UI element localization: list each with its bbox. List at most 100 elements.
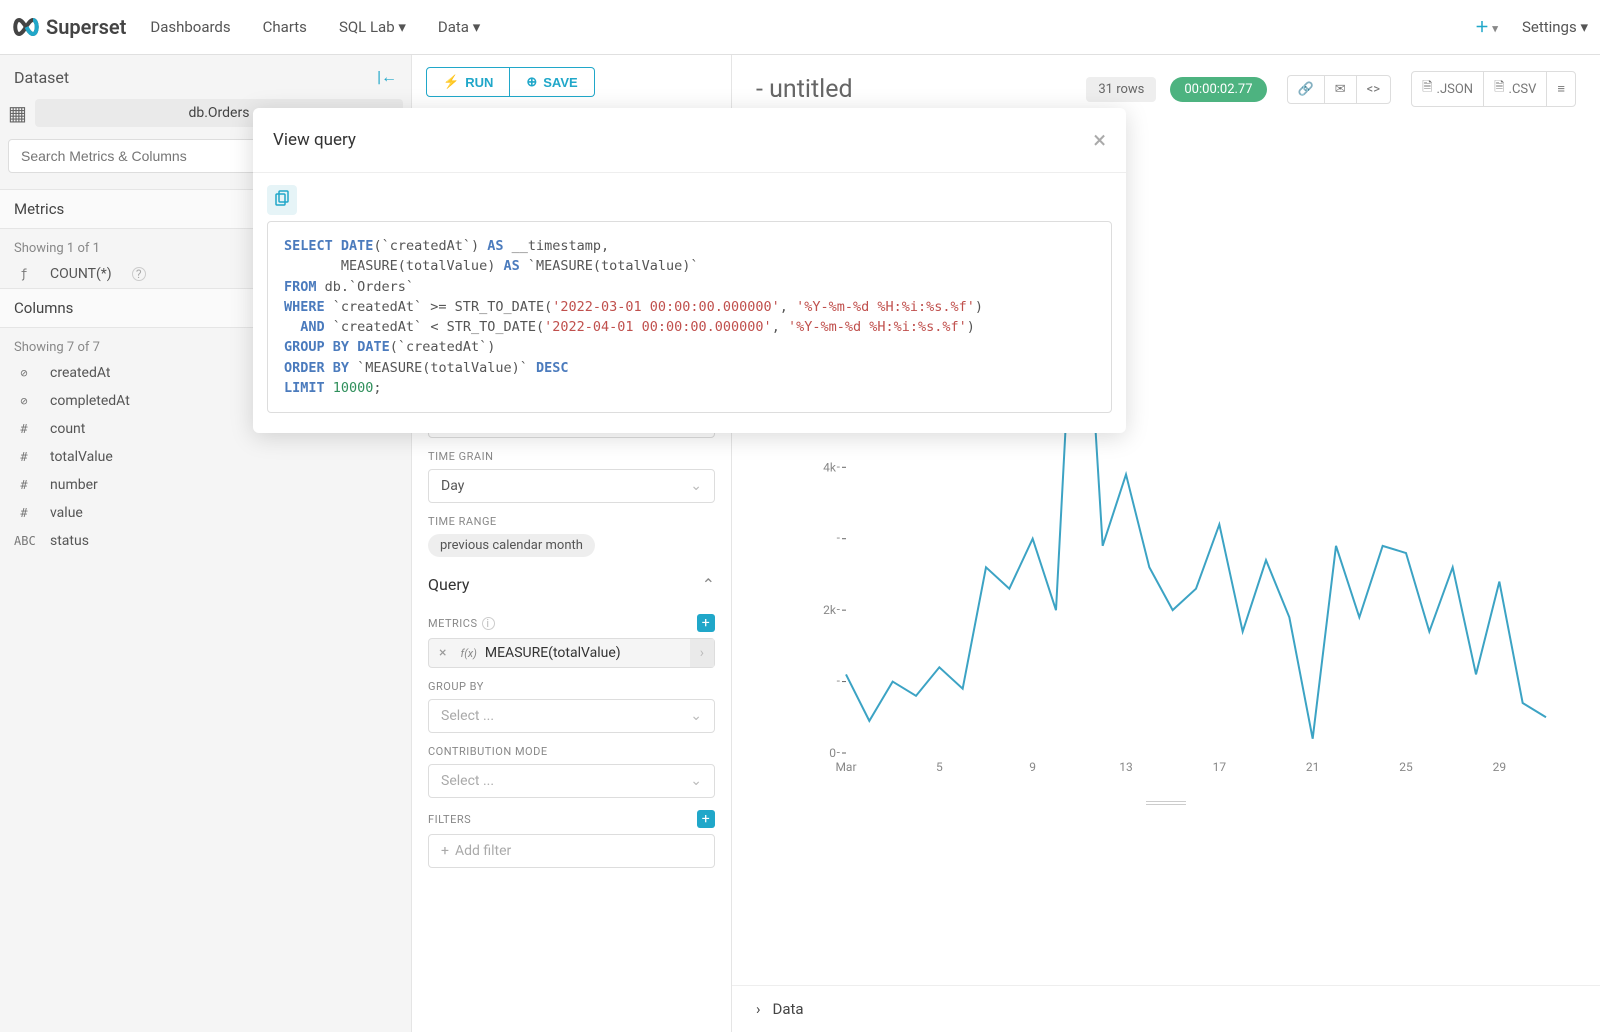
column-item[interactable]: ABC status xyxy=(0,527,411,555)
add-filter-button[interactable]: + xyxy=(697,810,715,828)
column-item[interactable]: # number xyxy=(0,471,411,499)
column-item[interactable]: # value xyxy=(0,499,411,527)
top-nav: Superset Dashboards Charts SQL Lab ▾ Dat… xyxy=(0,0,1600,55)
run-button[interactable]: ⚡RUN xyxy=(426,67,510,97)
type-icon: # xyxy=(14,450,34,464)
copy-sql-button[interactable] xyxy=(267,185,297,215)
time-grain-label: TIME GRAIN xyxy=(428,450,715,463)
type-icon: ⊘ xyxy=(14,394,34,408)
type-icon: # xyxy=(14,506,34,520)
email-button[interactable]: ✉ xyxy=(1325,76,1357,103)
chevron-down-icon: ▾ xyxy=(398,18,406,36)
info-icon[interactable]: i xyxy=(482,617,495,630)
chevron-down-icon: ▾ xyxy=(473,18,481,36)
mail-icon: ✉ xyxy=(1335,82,1346,97)
column-item[interactable]: # totalValue xyxy=(0,443,411,471)
copy-icon xyxy=(275,190,289,206)
chart-title[interactable]: - untitled xyxy=(756,75,853,104)
metric-name: COUNT(*) xyxy=(50,266,112,282)
sql-code[interactable]: SELECT DATE(`createdAt`) AS __timestamp,… xyxy=(267,221,1112,413)
column-name: number xyxy=(50,477,98,493)
column-name: status xyxy=(50,533,89,549)
time-badge: 00:00:02.77 xyxy=(1170,77,1266,102)
fx-icon: f(x) xyxy=(456,647,480,660)
svg-text:25: 25 xyxy=(1399,760,1413,774)
modal-title: View query xyxy=(273,130,356,150)
nav-sqllab[interactable]: SQL Lab ▾ xyxy=(339,18,406,36)
chevron-right-icon[interactable]: › xyxy=(690,639,714,667)
export-csv-button[interactable]: 🗎.CSV xyxy=(1484,72,1547,106)
svg-text:Mar: Mar xyxy=(835,760,856,774)
file-icon: 🗎 xyxy=(1494,78,1504,100)
time-range-label: TIME RANGE xyxy=(428,515,715,528)
brand-text: Superset xyxy=(46,15,126,39)
svg-text:21: 21 xyxy=(1306,760,1320,774)
svg-text:29: 29 xyxy=(1493,760,1507,774)
column-name: createdAt xyxy=(50,365,110,381)
time-range-pill[interactable]: previous calendar month xyxy=(428,534,595,557)
collapse-sidebar-icon[interactable]: |← xyxy=(377,67,397,87)
add-filter-input[interactable]: + Add filter xyxy=(428,834,715,868)
dataset-heading: Dataset xyxy=(14,68,69,87)
brand-logo[interactable]: Superset xyxy=(12,15,126,39)
filters-label: FILTERS xyxy=(428,813,471,826)
nav-dashboards[interactable]: Dashboards xyxy=(150,18,230,36)
svg-text:2k: 2k xyxy=(823,603,837,617)
nav-data[interactable]: Data ▾ xyxy=(438,18,480,36)
metrics-label: METRICS xyxy=(428,617,478,630)
groupby-select[interactable]: Select ... ⌄ xyxy=(428,699,715,733)
embed-code-button[interactable]: <> xyxy=(1357,76,1390,103)
type-icon: ⊘ xyxy=(14,366,34,380)
more-menu-button[interactable]: ≡ xyxy=(1547,72,1575,106)
file-icon: 🗎 xyxy=(1422,78,1432,100)
svg-text:4k: 4k xyxy=(823,460,837,474)
svg-text:13: 13 xyxy=(1119,760,1133,774)
plus-circle-icon: ⊕ xyxy=(526,74,537,90)
type-icon: ABC xyxy=(14,534,34,548)
add-metric-button[interactable]: + xyxy=(697,614,715,632)
collapse-query-icon[interactable]: ⌃ xyxy=(702,575,715,594)
plus-icon: + xyxy=(441,843,449,859)
groupby-label: GROUP BY xyxy=(428,680,715,693)
chevron-down-icon: ▾ xyxy=(1492,22,1498,35)
nav-charts[interactable]: Charts xyxy=(263,18,307,36)
resize-handle[interactable] xyxy=(1146,801,1186,807)
time-grain-select[interactable]: Day ⌄ xyxy=(428,469,715,503)
dataset-grid-icon: ▦ xyxy=(8,101,27,125)
column-name: value xyxy=(50,505,83,521)
svg-text:5: 5 xyxy=(936,760,943,774)
nav-settings[interactable]: Settings ▾ xyxy=(1522,18,1588,36)
link-button[interactable]: 🔗 xyxy=(1288,76,1325,103)
remove-metric-icon[interactable]: × xyxy=(429,639,456,667)
info-icon[interactable]: ? xyxy=(132,267,146,281)
svg-text:17: 17 xyxy=(1213,760,1227,774)
svg-text:-: - xyxy=(837,674,841,688)
save-button[interactable]: ⊕SAVE xyxy=(510,67,594,97)
close-modal-button[interactable]: × xyxy=(1093,126,1106,154)
hamburger-icon: ≡ xyxy=(1557,81,1565,97)
svg-text:0: 0 xyxy=(829,746,836,760)
bolt-icon: ⚡ xyxy=(443,74,459,90)
link-icon: 🔗 xyxy=(1298,82,1314,97)
chevron-down-icon: ⌄ xyxy=(690,708,702,724)
contribution-label: CONTRIBUTION MODE xyxy=(428,745,715,758)
export-json-button[interactable]: 🗎.JSON xyxy=(1412,72,1484,106)
svg-text:-: - xyxy=(837,459,841,473)
contribution-select[interactable]: Select ... ⌄ xyxy=(428,764,715,798)
column-name: totalValue xyxy=(50,449,113,465)
type-icon: # xyxy=(14,478,34,492)
add-button[interactable]: ＋ ▾ xyxy=(1475,17,1498,37)
rows-badge: 31 rows xyxy=(1086,77,1156,102)
svg-text:9: 9 xyxy=(1029,760,1036,774)
svg-text:-: - xyxy=(837,602,841,616)
function-icon: ƒ xyxy=(14,267,34,281)
column-name: count xyxy=(50,421,85,437)
metric-chip[interactable]: × f(x) MEASURE(totalValue) › xyxy=(428,638,715,668)
nav-links: Dashboards Charts SQL Lab ▾ Data ▾ xyxy=(150,18,480,36)
view-query-modal: View query × SELECT DATE(`createdAt`) AS… xyxy=(253,108,1126,433)
infinity-icon xyxy=(12,18,40,36)
data-section-toggle[interactable]: › Data xyxy=(732,985,1600,1032)
query-section-title: Query xyxy=(428,575,469,594)
type-icon: # xyxy=(14,422,34,436)
svg-text:-: - xyxy=(837,531,841,545)
